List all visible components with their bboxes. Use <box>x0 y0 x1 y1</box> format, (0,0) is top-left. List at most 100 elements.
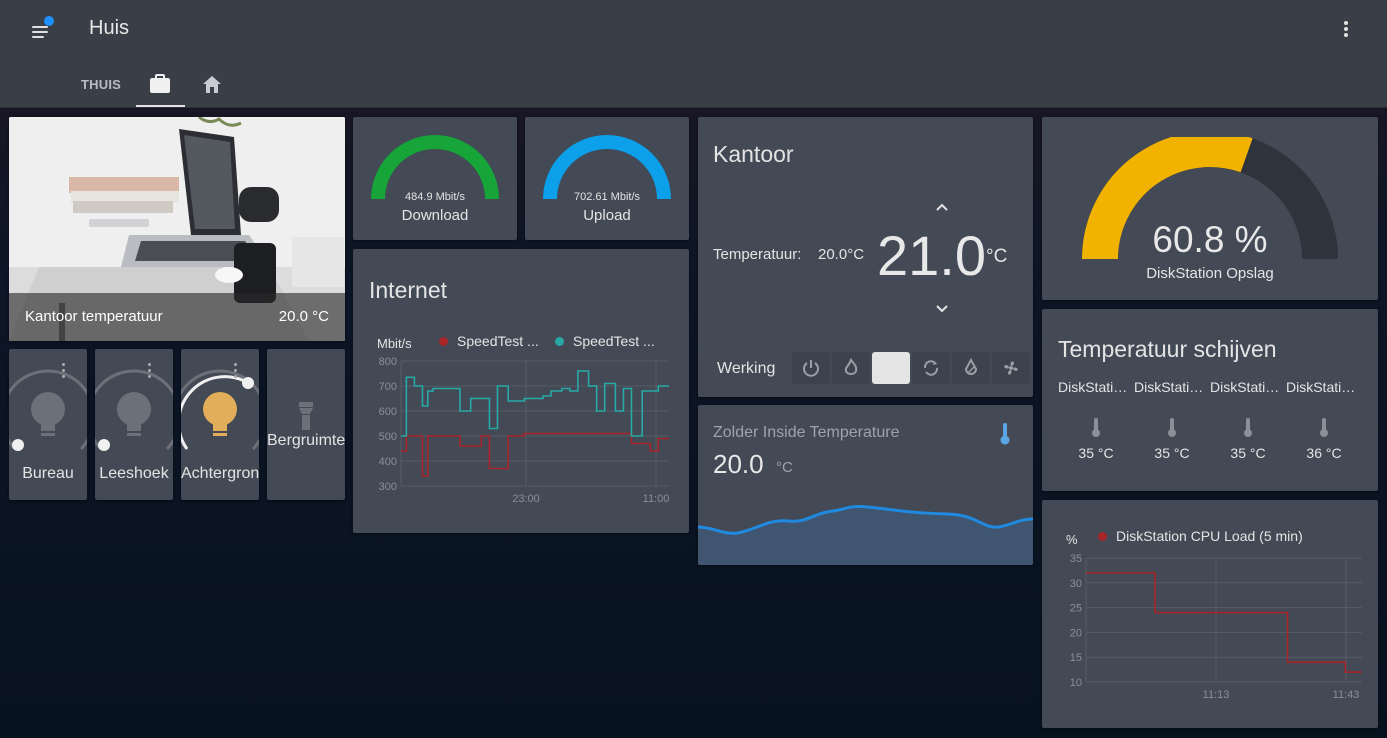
card-title: Temperatuur schijven <box>1058 336 1277 362</box>
y-tick-label: 600 <box>379 406 397 418</box>
disk-name: DiskStation ... <box>1286 379 1362 395</box>
y-tick-label: 400 <box>379 456 397 468</box>
legend-label: SpeedTest ... <box>457 333 539 349</box>
home-icon <box>203 76 221 93</box>
target-temp: 21.0 <box>877 224 986 287</box>
legend-label: DiskStation CPU Load (5 min) <box>1116 528 1303 544</box>
download-label: Download <box>401 207 469 224</box>
picture-entity-name: Kantoor temperatuur <box>25 308 163 325</box>
y-tick-label: 25 <box>1070 603 1082 615</box>
light-card-achtergrond[interactable]: Achtergrond <box>181 349 259 500</box>
y-tick-label: 300 <box>379 481 397 493</box>
card-title: Kantoor <box>713 141 794 167</box>
disk-name: DiskStation ... <box>1134 379 1210 395</box>
light-name: Achtergrond <box>181 465 259 482</box>
more-info-icon[interactable] <box>233 363 239 381</box>
chevron-down-icon <box>936 305 948 313</box>
sensor-value: 20.0 <box>713 449 764 479</box>
light-card-bureau[interactable]: Bureau <box>9 349 87 500</box>
more-info-icon[interactable] <box>61 363 67 381</box>
y-tick-label: 35 <box>1070 553 1082 565</box>
y-tick-label: 10 <box>1070 677 1082 689</box>
y-tick-label: 20 <box>1070 627 1082 639</box>
light-name: Leeshoek <box>99 465 169 482</box>
disk-item[interactable]: DiskStation ... 35 °C <box>1134 379 1210 461</box>
current-temp-label: Temperatuur: <box>713 246 802 263</box>
tab-home[interactable] <box>192 70 232 102</box>
sensor-sparkline <box>698 505 1033 565</box>
scene-card-bergruimte[interactable]: Bergruimte <box>267 349 345 500</box>
disk-name: DiskStation ... <box>1210 379 1286 395</box>
thermometer-icon <box>1320 418 1328 437</box>
history-graph-internet[interactable]: Internet Mbit/s SpeedTest ... SpeedTest … <box>353 249 689 533</box>
target-temp-unit: °C <box>986 246 1008 267</box>
thermostat-card-kantoor[interactable]: Kantoor Temperatuur: 20.0°C 21.0 °C Werk… <box>698 117 1033 397</box>
cpu-chart: 35 30 25 20 15 10 11:13 11:43 <box>1070 553 1362 701</box>
sensor-card-zolder[interactable]: Zolder Inside Temperature 20.0 °C <box>698 405 1033 565</box>
gauge-card-upload[interactable]: 702.61 Mbit/s Upload <box>525 117 689 240</box>
more-info-icon[interactable] <box>147 363 153 381</box>
chevron-up-icon <box>936 203 948 211</box>
mode-fan-button[interactable] <box>992 352 1030 384</box>
tab-thuis[interactable]: THUIS <box>81 77 121 92</box>
temp-down-button[interactable] <box>932 299 952 319</box>
disk-item[interactable]: DiskStation ... 35 °C <box>1210 379 1286 461</box>
tab-active-indicator <box>136 105 185 107</box>
current-temp-value: 20.0°C <box>818 246 865 263</box>
more-options-icon[interactable] <box>1336 18 1356 40</box>
mode-heat-button[interactable] <box>832 352 870 384</box>
disk-item[interactable]: DiskStation ... 35 °C <box>1058 379 1134 461</box>
y-tick-label: 700 <box>379 381 397 393</box>
thermometer-icon <box>1092 418 1100 437</box>
disk-temp: 35 °C <box>1078 445 1114 461</box>
disk-temp: 35 °C <box>1230 445 1266 461</box>
glance-card-disk-temps[interactable]: Temperatuur schijven DiskStation ... 35 … <box>1042 309 1378 491</box>
mode-dry-button[interactable] <box>952 352 990 384</box>
mode-off-button[interactable] <box>792 352 830 384</box>
lightbulb-icon <box>31 392 65 436</box>
y-tick-label: 15 <box>1070 652 1082 664</box>
sensor-unit: °C <box>776 459 793 476</box>
lightbulb-icon <box>203 392 237 436</box>
disk-temp: 36 °C <box>1306 445 1342 461</box>
temp-up-button[interactable] <box>932 197 952 217</box>
disk-usage-label: DiskStation Opslag <box>1146 265 1274 282</box>
mode-label: Werking <box>717 360 776 377</box>
picture-entity-value: 20.0 °C <box>278 308 329 325</box>
scene-name: Bergruimte <box>267 432 345 449</box>
series-line <box>401 370 669 437</box>
x-tick-label: 11:00 <box>643 493 670 505</box>
flashlight-icon <box>299 402 313 430</box>
disk-item[interactable]: DiskStation ... 36 °C <box>1286 379 1362 461</box>
x-tick-label: 11:13 <box>1203 689 1230 701</box>
disk-temp: 35 °C <box>1154 445 1190 461</box>
upload-label: Upload <box>583 207 631 224</box>
sensor-name: Zolder Inside Temperature <box>713 424 900 441</box>
y-tick-label: 800 <box>379 356 397 368</box>
upload-value: 702.61 Mbit/s <box>573 191 641 203</box>
gauge-card-download[interactable]: 484.9 Mbit/s Download <box>353 117 517 240</box>
disk-name: DiskStation ... <box>1058 379 1134 395</box>
mode-cycle-button[interactable] <box>912 352 950 384</box>
flame-icon <box>844 358 858 375</box>
y-tick-label: 30 <box>1070 578 1082 590</box>
mode-auto-button[interactable] <box>872 352 910 384</box>
picture-caption: Kantoor temperatuur 20.0 °C <box>9 293 345 341</box>
gauge-card-diskstation[interactable]: 60.8 % DiskStation Opslag <box>1042 117 1378 300</box>
fan-icon <box>1004 361 1018 375</box>
light-card-leeshoek[interactable]: Leeshoek <box>95 349 173 500</box>
history-graph-cpu[interactable]: % DiskStation CPU Load (5 min) 35 30 25 20 1… <box>1042 500 1378 728</box>
internet-chart: 800 700 600 500 400 300 23:00 11:00 <box>379 356 670 505</box>
thermometer-icon <box>1168 418 1176 437</box>
lightbulb-icon <box>117 392 151 436</box>
menu-button[interactable] <box>28 16 54 42</box>
legend-item[interactable]: DiskStation CPU Load (5 min) <box>1098 528 1303 544</box>
dry-icon <box>964 358 978 375</box>
picture-card-kantoor[interactable]: Kantoor temperatuur 20.0 °C <box>9 117 345 341</box>
disk-usage-value: 60.8 % <box>1152 219 1268 260</box>
legend-item[interactable]: SpeedTest ... <box>555 333 655 349</box>
legend-label: SpeedTest ... <box>573 333 655 349</box>
legend-item[interactable]: SpeedTest ... <box>439 333 539 349</box>
x-tick-label: 23:00 <box>512 493 540 505</box>
tab-briefcase[interactable] <box>140 70 180 102</box>
